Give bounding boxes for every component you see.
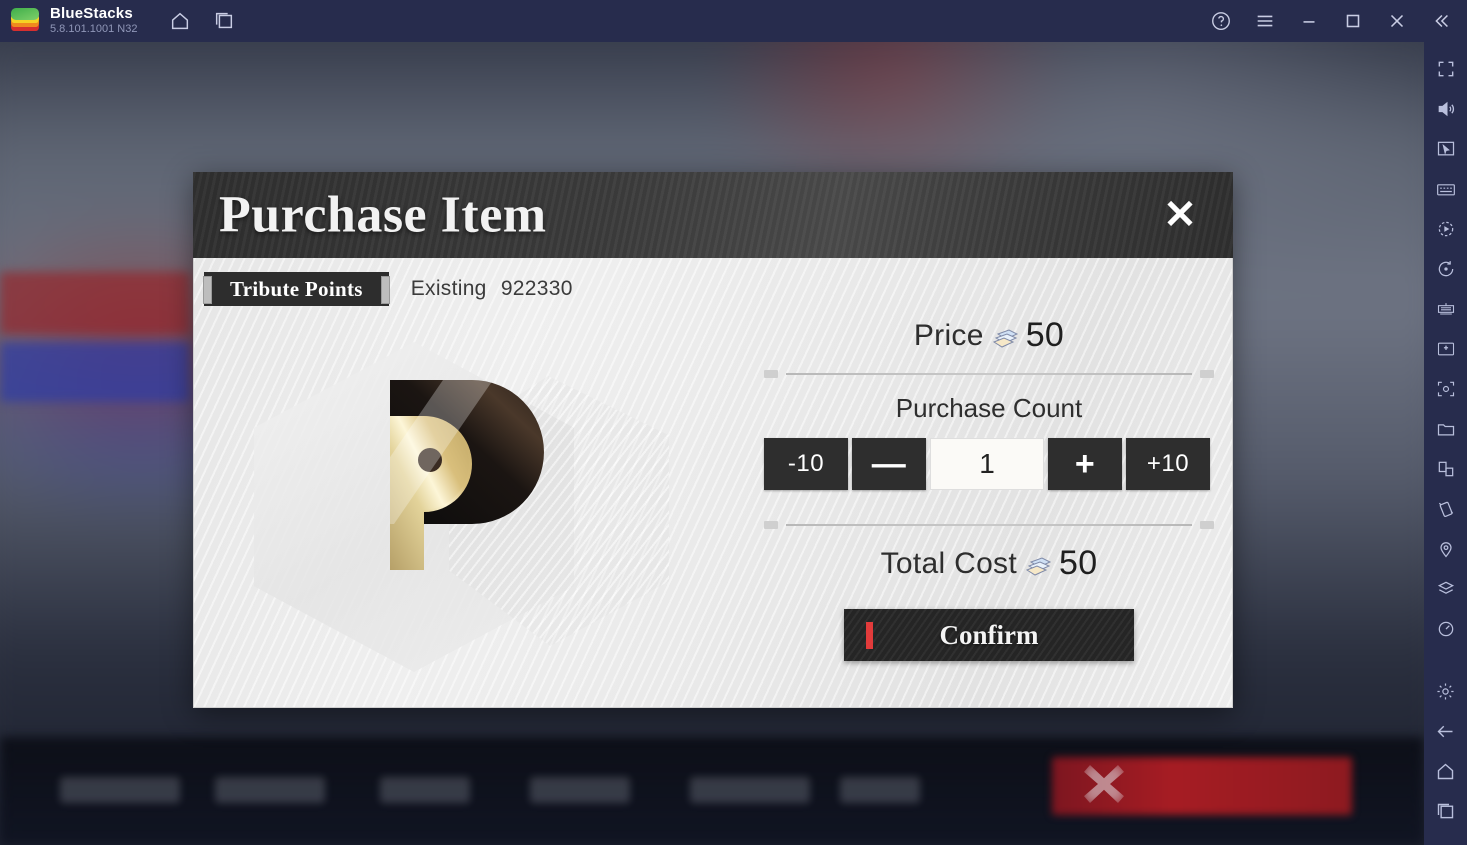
increment-button[interactable]: +	[1048, 438, 1122, 490]
dialog-body: Tribute Points Existing 922330 Price 50 …	[193, 258, 1233, 708]
bottom-menu-item	[840, 777, 920, 803]
bottom-menu-item	[530, 777, 630, 803]
divider	[764, 520, 1214, 530]
hamburger-menu-icon[interactable]	[1245, 4, 1285, 38]
existing-balance: Existing 922330	[411, 277, 573, 301]
purchase-count-label: Purchase Count	[895, 393, 1083, 423]
install-apk-icon[interactable]	[1429, 332, 1463, 366]
premium-p-item-icon	[390, 380, 544, 570]
performance-icon[interactable]	[1429, 612, 1463, 646]
currency-tab-row: Tribute Points Existing 922330	[203, 272, 573, 306]
maximize-icon[interactable]	[1333, 4, 1373, 38]
screenshot-icon[interactable]	[1429, 372, 1463, 406]
price-row: Price 50	[754, 316, 1224, 355]
decrement-ten-button[interactable]: -10	[764, 438, 848, 490]
total-cost-value: 50	[1058, 544, 1098, 582]
decrement-button[interactable]: —	[852, 438, 926, 490]
eco-mode-icon[interactable]	[1429, 292, 1463, 326]
total-cost-label: Total Cost	[880, 546, 1017, 580]
fullscreen-icon[interactable]	[1429, 52, 1463, 86]
home-icon[interactable]	[1429, 754, 1463, 788]
app-version: 5.8.101.1001 N32	[50, 23, 138, 36]
purchase-controls: Price 50 Purchase Count -10 — 1 + +10 To…	[754, 316, 1224, 707]
purchase-item-dialog: Purchase Item ✕ Tribute Points Existing …	[193, 172, 1233, 708]
back-arrow-icon[interactable]	[1429, 714, 1463, 748]
dialog-title: Purchase Item	[219, 186, 547, 244]
price-value: 50	[1025, 316, 1065, 354]
volume-icon[interactable]	[1429, 92, 1463, 126]
total-cost-row: Total Cost 50	[754, 544, 1224, 583]
app-name: BlueStacks	[50, 5, 133, 23]
keyboard-icon[interactable]	[1429, 172, 1463, 206]
confirm-button[interactable]: Confirm	[844, 609, 1134, 661]
multi-instance-icon[interactable]	[1429, 452, 1463, 486]
existing-value: 922330	[500, 277, 573, 300]
existing-label: Existing	[410, 277, 487, 300]
purchase-count-stepper: -10 — 1 + +10	[754, 438, 1224, 490]
macro-recorder-icon[interactable]	[1429, 212, 1463, 246]
tribute-points-icon	[1025, 556, 1052, 576]
confirm-accent-bar	[866, 622, 873, 649]
purchase-count-input[interactable]: 1	[930, 438, 1044, 490]
dialog-header: Purchase Item ✕	[193, 172, 1233, 258]
bluestacks-logo	[10, 6, 40, 36]
shake-icon[interactable]	[1429, 492, 1463, 526]
tab-tribute-points[interactable]: Tribute Points	[203, 272, 390, 306]
home-icon[interactable]	[163, 4, 197, 38]
minimize-icon[interactable]	[1289, 4, 1329, 38]
bottom-menu-item	[60, 777, 180, 803]
bottom-menu-item	[380, 777, 470, 803]
confirm-button-label: Confirm	[939, 619, 1039, 650]
background-panel-blue	[0, 342, 190, 402]
media-manager-icon[interactable]	[1429, 412, 1463, 446]
help-icon[interactable]	[1201, 4, 1241, 38]
settings-gear-icon[interactable]	[1429, 674, 1463, 708]
window-titlebar: BlueStacks 5.8.101.1001 N32	[0, 0, 1467, 42]
recent-apps-icon[interactable]	[1429, 794, 1463, 828]
price-label: Price	[913, 318, 984, 352]
collapse-icon[interactable]	[1421, 4, 1461, 38]
cursor-icon[interactable]	[1429, 132, 1463, 166]
location-icon[interactable]	[1429, 532, 1463, 566]
increment-ten-button[interactable]: +10	[1126, 438, 1210, 490]
bottom-menu-item	[215, 777, 325, 803]
item-preview-pane	[194, 316, 694, 707]
multi-instance-icon[interactable]	[207, 4, 241, 38]
close-icon[interactable]	[1377, 4, 1417, 38]
rotate-icon[interactable]	[1429, 252, 1463, 286]
divider	[764, 369, 1214, 379]
background-panel-red	[0, 272, 190, 334]
layers-icon[interactable]	[1429, 572, 1463, 606]
close-icon[interactable]: ✕	[1159, 194, 1201, 236]
bottom-menu-item	[690, 777, 810, 803]
tribute-points-icon	[992, 328, 1018, 348]
bluestacks-sidebar	[1424, 42, 1467, 845]
